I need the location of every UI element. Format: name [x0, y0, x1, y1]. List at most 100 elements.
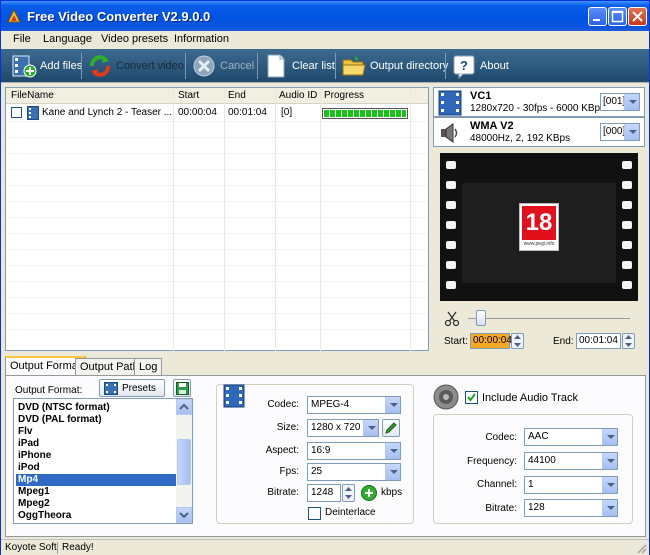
- scissors-icon[interactable]: [444, 311, 460, 327]
- clear-list-button[interactable]: Clear list: [263, 52, 335, 80]
- grid-line: [6, 185, 428, 186]
- list-item[interactable]: iPod: [16, 462, 176, 474]
- column-end[interactable]: End: [228, 90, 246, 101]
- video-fps-select[interactable]: 25: [307, 463, 401, 481]
- scroll-up-button[interactable]: [176, 399, 192, 415]
- video-settings-icon: [223, 384, 245, 408]
- column-start[interactable]: Start: [178, 90, 199, 101]
- start-time-spinner[interactable]: [511, 333, 524, 349]
- speaker-icon: [441, 123, 458, 143]
- close-button[interactable]: [628, 7, 647, 26]
- presets-button[interactable]: Presets: [99, 379, 165, 397]
- audio-codec-label: Codec:: [485, 432, 517, 443]
- video-bitrate-input[interactable]: 1248: [307, 484, 341, 502]
- list-item[interactable]: Mpeg1: [16, 486, 176, 498]
- clear-list-icon: [267, 54, 285, 78]
- list-item[interactable]: DVD (PAL format): [16, 414, 176, 426]
- chevron-down-icon[interactable]: [385, 464, 400, 480]
- list-item[interactable]: DVD (NTSC format): [16, 402, 176, 414]
- menu-video-presets[interactable]: Video presets: [101, 33, 168, 45]
- convert-video-button[interactable]: Convert video: [87, 52, 184, 80]
- video-codec-select[interactable]: MPEG-4: [307, 396, 401, 414]
- seek-handle[interactable]: [476, 310, 486, 326]
- file-list[interactable]: FileName Start End Audio ID Progress Kan…: [5, 87, 429, 352]
- video-stream-select[interactable]: [001]: [600, 93, 640, 111]
- audio-codec-select[interactable]: AAC: [524, 428, 618, 446]
- start-time-input[interactable]: 00:00:04: [470, 333, 512, 349]
- audio-bitrate-select[interactable]: 128: [524, 499, 618, 517]
- toolbar-separator: [81, 53, 82, 79]
- resize-grip-icon[interactable]: [635, 542, 647, 554]
- file-audio-id: [0]: [281, 107, 293, 118]
- about-button[interactable]: ? About: [451, 52, 509, 80]
- grid-line: [6, 121, 428, 122]
- column-filename[interactable]: FileName: [11, 90, 54, 101]
- audio-bitrate-label: Bitrate:: [485, 503, 517, 514]
- seek-track[interactable]: [468, 318, 630, 319]
- add-files-button[interactable]: Add files: [11, 52, 82, 80]
- chevron-down-icon[interactable]: [602, 453, 617, 469]
- folder-icon: [342, 56, 366, 76]
- video-size-select[interactable]: 1280 x 720: [307, 419, 379, 437]
- output-directory-button[interactable]: Output directory: [341, 52, 448, 80]
- end-time-input[interactable]: 00:01:04: [576, 333, 621, 349]
- audio-channel-select[interactable]: 1: [524, 476, 618, 494]
- column-audio-id[interactable]: Audio ID: [279, 90, 317, 101]
- chevron-down-icon[interactable]: [624, 94, 639, 110]
- scroll-thumb[interactable]: [177, 439, 191, 485]
- list-item[interactable]: iPad: [16, 438, 176, 450]
- row-checkbox[interactable]: [11, 107, 22, 118]
- chevron-down-icon[interactable]: [385, 443, 400, 459]
- main-window: Free Video Converter V2.9.0.0 File Langu…: [0, 0, 650, 555]
- audio-frequency-select[interactable]: 44100: [524, 452, 618, 470]
- add-files-icon: [12, 55, 37, 78]
- chevron-down-icon[interactable]: [602, 477, 617, 493]
- tab-output-format[interactable]: Output Format: [5, 356, 86, 376]
- spin-arrows-icon: [345, 487, 352, 499]
- file-list-header: FileName Start End Audio ID Progress: [6, 88, 428, 104]
- audio-codec-detail: 48000Hz, 2, 192 KBps: [470, 133, 571, 144]
- video-bitrate-value: 1248: [311, 487, 334, 498]
- chevron-down-icon[interactable]: [363, 420, 378, 436]
- audio-stream-panel: WMA V2 48000Hz, 2, 192 KBps [000]: [433, 117, 645, 147]
- scroll-down-button[interactable]: [176, 507, 192, 523]
- minimize-button[interactable]: [588, 7, 607, 26]
- deinterlace-checkbox[interactable]: [308, 507, 321, 520]
- end-time-spinner[interactable]: [622, 333, 635, 349]
- maximize-button[interactable]: [608, 7, 627, 26]
- chevron-down-icon: [179, 512, 189, 519]
- audio-frequency-value: 44100: [528, 455, 556, 466]
- spin-arrows-icon: [625, 335, 632, 347]
- audio-stream-select[interactable]: [000]: [600, 123, 640, 141]
- cancel-button[interactable]: Cancel: [191, 52, 254, 80]
- column-progress[interactable]: Progress: [324, 90, 364, 101]
- table-row[interactable]: Kane and Lynch 2 - Teaser ... 00:00:04 0…: [6, 105, 428, 121]
- save-preset-button[interactable]: [173, 379, 191, 397]
- window-title: Free Video Converter V2.9.0.0: [27, 9, 211, 24]
- add-bitrate-icon[interactable]: [360, 484, 378, 502]
- edit-size-button[interactable]: [382, 419, 400, 437]
- tab-log[interactable]: Log: [134, 358, 163, 376]
- menu-information[interactable]: Information: [174, 33, 229, 45]
- chevron-down-icon[interactable]: [602, 500, 617, 516]
- about-label: About: [480, 60, 509, 72]
- list-item[interactable]: iPhone: [16, 450, 176, 462]
- menu-file[interactable]: File: [13, 33, 31, 45]
- chevron-down-icon[interactable]: [602, 429, 617, 445]
- menu-language[interactable]: Language: [43, 33, 92, 45]
- list-item-selected[interactable]: Mp4: [16, 474, 176, 486]
- chevron-down-icon[interactable]: [624, 124, 639, 140]
- include-audio-checkbox[interactable]: [465, 391, 478, 404]
- file-progress-fill: [324, 110, 406, 117]
- format-list-scrollbar[interactable]: [176, 399, 192, 523]
- title-bar[interactable]: Free Video Converter V2.9.0.0: [1, 1, 649, 31]
- list-item[interactable]: OggTheora: [16, 510, 176, 522]
- list-item[interactable]: Flv: [16, 426, 176, 438]
- video-bitrate-spinner[interactable]: [342, 484, 355, 502]
- list-item[interactable]: Mpeg2: [16, 498, 176, 510]
- video-codec-name: VC1: [470, 90, 492, 102]
- video-aspect-select[interactable]: 16:9: [307, 442, 401, 460]
- chevron-down-icon[interactable]: [385, 397, 400, 413]
- output-format-list[interactable]: DVD (NTSC format) DVD (PAL format) Flv i…: [13, 398, 193, 524]
- video-stream-panel: VC1 1280x720 - 30fps - 6000 KBps [001]: [433, 87, 645, 117]
